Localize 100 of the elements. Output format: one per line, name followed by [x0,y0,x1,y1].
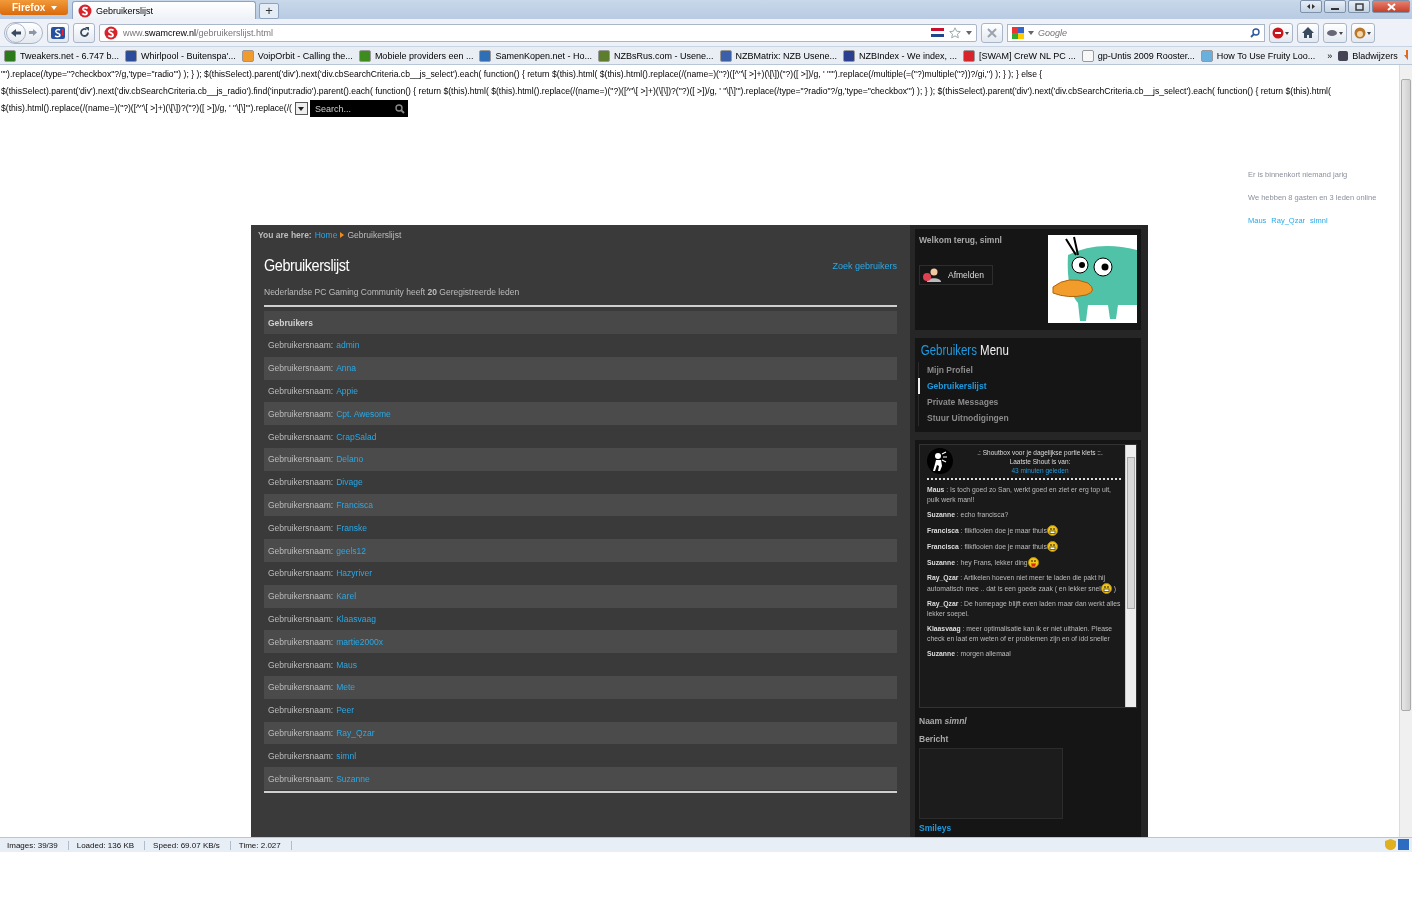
star-icon[interactable] [949,26,961,39]
maximize-button[interactable] [1348,0,1370,13]
bookmark-link[interactable]: Whirlpool - Buitenspa'... [125,49,236,62]
bookmark-link[interactable]: [SWAM] CreW NL PC ... [962,49,1076,62]
bookmark-s-button[interactable] [47,22,69,43]
menu-item[interactable]: Stuur Uitnodigingen [918,410,1141,426]
bookmark-favicon-icon [719,49,732,62]
username-label: Gebruikersnaam: [268,408,334,419]
welcome-text: Welkom terug, simnl [919,235,1002,245]
grin-smiley-icon [1046,525,1058,536]
user-link[interactable]: martie2000x [336,636,383,647]
bookmark-link[interactable]: NZBsRus.com - Usene... [598,49,714,62]
search-input[interactable]: Google [1038,27,1246,38]
user-link[interactable]: Francisca [336,499,374,510]
bookmark-link[interactable]: SamenKopen.net - Ho... [479,49,592,62]
home-button[interactable] [1297,22,1319,43]
bookmark-link[interactable]: VoipOrbit - Calling the... [241,49,353,62]
username-label: Gebruikersnaam: [268,591,334,602]
forward-icon[interactable] [28,28,38,37]
grin-smiley-icon [1046,541,1058,552]
adblock-button[interactable] [1269,22,1293,43]
table-header: Gebruikers [264,311,897,334]
resize-button[interactable] [1300,0,1322,13]
logout-button[interactable]: Afmelden [919,265,993,285]
reload-button[interactable] [73,22,95,43]
user-link[interactable]: CrapSalad [336,431,377,442]
close-button[interactable] [1372,0,1410,13]
dropdown-button[interactable] [294,102,308,115]
caret-icon[interactable] [1028,30,1034,35]
user-link[interactable]: Divage [336,477,363,488]
user-link[interactable]: Klaasvaag [336,613,376,624]
status-text: Loaded: 136 KB [76,840,146,850]
username-label: Gebruikersnaam: [268,499,334,510]
scrollbar-thumb[interactable] [1127,457,1135,609]
user-link[interactable]: Ray_Qzar [336,727,375,738]
google-logo-icon [1012,26,1024,39]
bookmark-favicon-icon [962,49,975,62]
site-logo-icon [104,25,118,40]
back-button[interactable] [6,22,26,43]
username-label: Gebruikersnaam: [268,386,334,396]
stop-sign-icon [1272,26,1290,39]
firefox-menu-button[interactable]: Firefox [0,0,68,15]
browser-tab[interactable]: Gebruikerslijst [72,1,256,19]
user-link[interactable]: Mete [336,682,356,693]
breadcrumb-link[interactable]: Home [314,230,338,240]
bookmark-link[interactable]: Tweakers.net - 6.747 b... [4,49,120,62]
user-link[interactable]: Suzanne [336,773,370,784]
reload-icon [78,27,90,38]
close-icon [987,27,997,38]
page-title: Gebruikerslijst [264,256,350,276]
bookmark-link[interactable]: How To Use Fruity Loo... [1200,49,1316,62]
user-link[interactable]: Anna [336,363,357,374]
s-logo-icon [51,26,65,39]
search-icon[interactable] [1250,27,1260,38]
scrollbar[interactable] [1125,445,1136,707]
scrollbar[interactable] [1399,65,1412,837]
user-link[interactable]: simnl [336,750,357,761]
user-link[interactable]: admin [336,340,360,351]
smileys-link[interactable]: Smileys [919,823,1137,833]
dropdown-icon[interactable] [966,30,972,35]
monkey-button[interactable] [1351,22,1375,43]
menu-item[interactable]: Private Messages [918,394,1141,410]
username-label: Gebruikersnaam: [268,431,334,442]
user-link[interactable]: Franske [336,522,367,533]
search-input[interactable]: Search... [314,103,395,114]
address-field[interactable]: www.swamcrew.nl/gebruikerslijst.html [99,23,977,42]
username-label: Gebruikersnaam: [268,659,334,670]
home-icon [1302,27,1314,38]
user-link[interactable]: Hazyriver [336,568,373,579]
bookmarks-menu-button[interactable]: Bladwijzers [1338,50,1398,61]
username-label: Gebruikersnaam: [268,477,334,488]
menu-title: Gebruikers Menu [919,342,1010,358]
user-link[interactable]: Appie [336,386,358,396]
minimize-button[interactable] [1324,0,1346,13]
bookmark-link[interactable]: NZBMatrix: NZB Usene... [719,49,838,62]
bookmark-link[interactable]: NZBIndex - We index, ... [843,49,957,62]
search-icon[interactable] [394,103,405,114]
bookmarks-overflow-button[interactable]: » [1327,50,1333,61]
fly-button[interactable] [1323,22,1347,43]
scrollbar-thumb[interactable] [1401,79,1411,711]
menu-item[interactable]: Mijn Profiel [918,362,1141,378]
code-text: $(thisSelect).parent('div').next('div.cbSearchCriteria.cb__js_radio').find('input:radio').parent().each( function() { return $(this).html( $(this).html().replace(/(name=)("?)([^"\[ >]+)(\[\])?("?)([ >])/g, ' "\[\]"').replace(/type="?radio"?/g,'type="checkbox"') ); } ); $(thisSelect).parent('div').next('div.cbSearchCriteria.cb__js_select').each( function() { return $(this).html( [1,85,1331,98]
bookmark-link[interactable]: Mobiele providers een ... [358,49,474,62]
user-link[interactable]: geels12 [336,545,366,556]
menu-item[interactable]: Gebruikerslijst [918,378,1141,394]
user-link[interactable]: Karel [336,591,357,602]
username-label: Gebruikersnaam: [268,750,334,761]
search-field[interactable]: Google [1007,23,1265,42]
bookmark-favicon-icon [125,49,138,62]
site-logo-icon [78,3,92,18]
user-link[interactable]: Maus [336,659,357,670]
bookmark-link[interactable]: gp-Untis 2009 Rooster... [1081,49,1195,62]
bookmark-favicon-icon [4,49,16,62]
user-link[interactable]: Peer [336,705,355,716]
search-field[interactable]: Search... [309,100,408,117]
new-tab-button[interactable]: + [259,3,279,19]
user-link[interactable]: Cpt. Awesome [336,408,391,419]
username-label: Gebruikersnaam: [268,568,334,579]
search-users-link[interactable]: Zoek gebruikers [832,261,897,271]
user-link[interactable]: Delano [336,454,364,465]
